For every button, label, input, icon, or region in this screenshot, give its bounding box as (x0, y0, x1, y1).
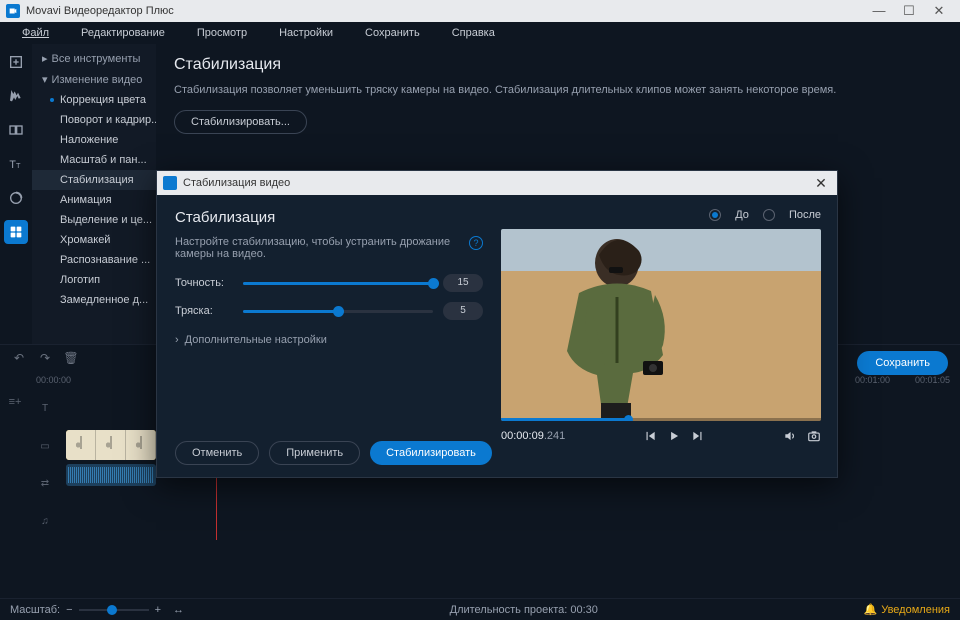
redo-button[interactable]: ↷ (36, 349, 54, 367)
stabilization-dialog: Стабилизация видео ✕ Стабилизация Настро… (156, 170, 838, 478)
shake-slider[interactable] (243, 310, 433, 313)
add-track-button[interactable]: ≡+ (9, 396, 22, 408)
accuracy-slider[interactable] (243, 282, 433, 285)
shake-value: 5 (443, 302, 483, 320)
tools-side-panel: ▸ Все инструменты ▾ Изменение видео Корр… (32, 44, 156, 344)
delete-button[interactable]: 🗑 (62, 349, 80, 367)
rail-more-tools-icon[interactable] (4, 220, 28, 244)
sidebar-item-animation[interactable]: Анимация (32, 190, 156, 210)
zoom-in-button[interactable]: + (155, 604, 161, 616)
player-timecode: 00:00:09.241 (501, 430, 565, 442)
notifications-button[interactable]: 🔔 Уведомления (864, 603, 950, 616)
snapshot-icon[interactable] (807, 429, 821, 443)
svg-text:T: T (16, 161, 21, 170)
accuracy-label: Точность: (175, 277, 233, 289)
menu-bar: Файл Редактирование Просмотр Настройки С… (0, 22, 960, 44)
prev-frame-button[interactable] (643, 429, 657, 443)
panel-header-all-tools[interactable]: ▸ Все инструменты (32, 48, 156, 69)
track-audio-icon[interactable]: ♫ (41, 508, 49, 535)
dialog-title: Стабилизация видео (183, 177, 290, 189)
sidebar-item-color[interactable]: Коррекция цвета (32, 90, 156, 110)
menu-settings[interactable]: Настройки (263, 27, 349, 39)
window-minimize-button[interactable]: — (864, 0, 894, 22)
rail-filters-icon[interactable] (4, 84, 28, 108)
preview-person-graphic (539, 237, 709, 421)
content-description: Стабилизация позволяет уменьшить тряску … (174, 84, 942, 96)
sidebar-item-logo[interactable]: Логотип (32, 270, 156, 290)
track-link-icon[interactable]: ⇄ (41, 470, 49, 497)
rail-import-icon[interactable] (4, 50, 28, 74)
sidebar-item-stabilization[interactable]: Стабилизация (32, 170, 156, 190)
os-titlebar: Movavi Видеоредактор Плюс — ☐ ✕ (0, 0, 960, 22)
dialog-logo-icon (163, 176, 177, 190)
window-close-button[interactable]: ✕ (924, 0, 954, 22)
window-maximize-button[interactable]: ☐ (894, 0, 924, 22)
help-icon[interactable]: ? (469, 236, 483, 250)
status-bar: Масштаб: − + ↔ Длительность проекта: 00:… (0, 598, 960, 620)
sidebar-item-overlay[interactable]: Наложение (32, 130, 156, 150)
stabilize-open-button[interactable]: Стабилизировать... (174, 110, 307, 134)
track-text-icon[interactable]: T (42, 395, 48, 422)
cancel-button[interactable]: Отменить (175, 441, 259, 465)
play-button[interactable] (667, 429, 681, 443)
tool-rail: TT (0, 44, 32, 344)
menu-view[interactable]: Просмотр (181, 27, 263, 39)
svg-text:T: T (9, 159, 16, 171)
undo-button[interactable]: ↶ (10, 349, 28, 367)
advanced-settings-toggle[interactable]: › Дополнительные настройки (175, 334, 483, 346)
next-frame-button[interactable] (691, 429, 705, 443)
zoom-fit-button[interactable]: ↔ (173, 604, 184, 616)
dialog-description: Настройте стабилизацию, чтобы устранить … (175, 236, 461, 260)
sidebar-item-slowmo[interactable]: Замедленное д... (32, 290, 156, 310)
rail-stickers-icon[interactable] (4, 186, 28, 210)
content-heading: Стабилизация (174, 56, 942, 74)
video-preview[interactable] (501, 229, 821, 421)
stabilize-run-button[interactable]: Стабилизировать (370, 441, 492, 465)
volume-icon[interactable] (783, 429, 797, 443)
zoom-slider[interactable] (79, 609, 149, 611)
zoom-out-button[interactable]: − (66, 604, 72, 616)
preview-progress[interactable] (501, 418, 821, 421)
before-radio[interactable] (709, 209, 721, 221)
shake-label: Тряска: (175, 305, 233, 317)
app-title: Movavi Видеоредактор Плюс (26, 5, 174, 17)
chevron-right-icon: › (175, 334, 179, 346)
dialog-titlebar: Стабилизация видео ✕ (157, 171, 837, 195)
panel-header-video-edit[interactable]: ▾ Изменение видео (32, 69, 156, 90)
dialog-close-button[interactable]: ✕ (811, 175, 831, 192)
sidebar-item-chromakey[interactable]: Хромакей (32, 230, 156, 250)
sidebar-item-zoom-pan[interactable]: Масштаб и пан... (32, 150, 156, 170)
project-duration: Длительность проекта: 00:30 (184, 604, 864, 616)
rail-transitions-icon[interactable] (4, 118, 28, 142)
rail-titles-icon[interactable]: TT (4, 152, 28, 176)
zoom-label: Масштаб: (10, 604, 60, 616)
menu-edit[interactable]: Редактирование (65, 27, 181, 39)
track-video-icon[interactable]: ▭ (40, 433, 49, 460)
app-logo-icon (6, 4, 20, 18)
sidebar-item-crop[interactable]: Поворот и кадрир... (32, 110, 156, 130)
after-label: После (789, 209, 821, 221)
dialog-heading: Стабилизация (175, 209, 483, 226)
timeline-audio-clip[interactable] (66, 464, 156, 486)
timeline-video-clip[interactable] (66, 430, 156, 460)
apply-button[interactable]: Применить (269, 441, 360, 465)
accuracy-value: 15 (443, 274, 483, 292)
menu-file[interactable]: Файл (6, 27, 65, 39)
before-label: До (735, 209, 749, 221)
sidebar-item-recognition[interactable]: Распознавание ... (32, 250, 156, 270)
after-radio[interactable] (763, 209, 775, 221)
menu-save[interactable]: Сохранить (349, 27, 436, 39)
export-save-button[interactable]: Сохранить (857, 351, 948, 375)
menu-help[interactable]: Справка (436, 27, 511, 39)
sidebar-item-highlight[interactable]: Выделение и це... (32, 210, 156, 230)
